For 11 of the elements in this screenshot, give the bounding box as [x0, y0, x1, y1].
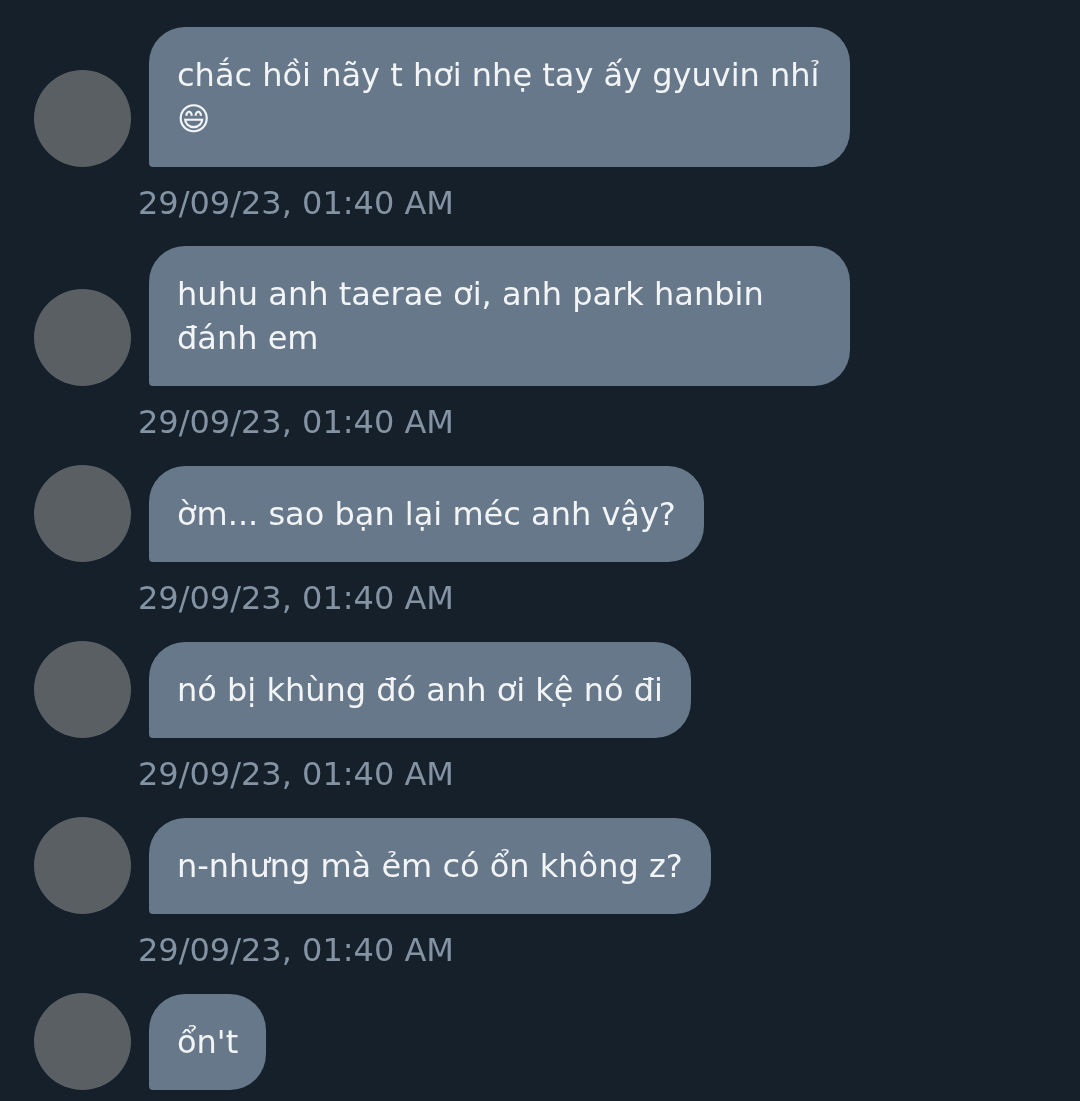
message-timestamp: 29/09/23, 01:40 AM: [138, 402, 454, 443]
message-bubble: ờm... sao bạn lại méc anh vậy?: [149, 466, 704, 562]
message-timestamp: 29/09/23, 01:40 AM: [138, 183, 454, 224]
message-bubble: chắc hồi nãy t hơi nhẹ tay ấy gyuvin nhỉ 😄: [149, 27, 850, 167]
message-timestamp: 29/09/23, 01:40 AM: [138, 930, 454, 971]
message-bubble: nó bị khùng đó anh ơi kệ nó đi: [149, 642, 691, 738]
message-timestamp: 29/09/23, 01:40 AM: [138, 578, 454, 619]
message-timestamp: 29/09/23, 01:40 AM: [138, 754, 454, 795]
message-bubble: ổn't: [149, 994, 267, 1090]
message-bubble: n-nhưng mà ẻm có ổn không z?: [149, 818, 711, 914]
message-bubble: huhu anh taerae ơi, anh park hanbin đánh em: [149, 246, 850, 386]
